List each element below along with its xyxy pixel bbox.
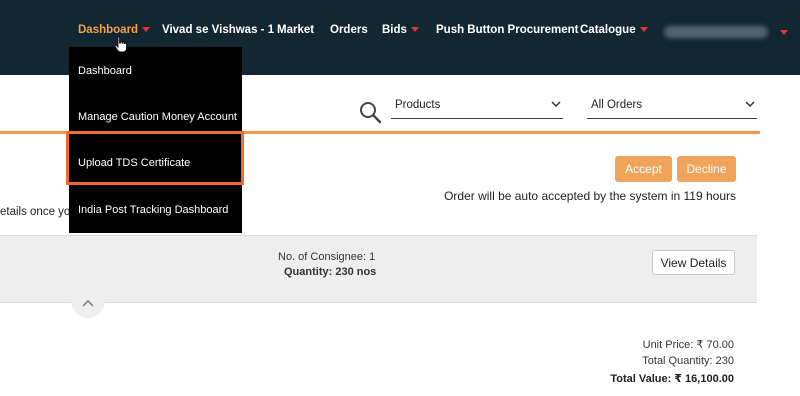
chevron-down-icon[interactable] — [780, 30, 788, 35]
page: Dashboard Vivad se Vishwas - 1 Market Or… — [0, 0, 800, 396]
view-details-button[interactable]: View Details — [652, 250, 735, 275]
nav-label: Dashboard — [78, 24, 139, 36]
nav-label: Catalogue — [580, 24, 636, 36]
nav-item-orders[interactable]: Orders — [330, 24, 368, 36]
consignee-band — [0, 235, 757, 303]
chevron-down-icon — [142, 27, 151, 33]
nav-label: Push Button Procurement — [436, 24, 579, 36]
auto-accept-notice: Order will be auto accepted by the syste… — [444, 189, 736, 203]
dropdown-item-dashboard[interactable]: Dashboard — [78, 65, 132, 77]
user-menu-blurred[interactable] — [664, 26, 768, 38]
order-status-select-value: All Orders — [591, 99, 643, 111]
nav-label: Bids — [382, 24, 407, 36]
chevron-down-icon — [551, 101, 561, 108]
nav-item-dashboard[interactable]: Dashboard — [78, 24, 151, 36]
order-details-text: etails once you — [0, 206, 77, 218]
collapse-toggle[interactable] — [71, 292, 105, 318]
accept-button[interactable]: Accept — [615, 156, 672, 182]
nav-label: Vivad se Vishwas - 1 — [162, 24, 275, 36]
search-icon[interactable] — [358, 100, 382, 124]
unit-price: Unit Price: ₹ 70.00 — [642, 339, 734, 351]
product-select[interactable]: Products — [391, 94, 563, 119]
hand-cursor-icon — [114, 36, 128, 53]
chevron-up-icon — [82, 299, 94, 307]
total-quantity: Total Quantity: 230 — [642, 355, 734, 367]
product-select-value: Products — [395, 99, 441, 111]
nav-label: Orders — [330, 24, 368, 36]
dropdown-item-manage-caution-money[interactable]: Manage Caution Money Account — [78, 111, 237, 123]
order-status-select[interactable]: All Orders — [587, 94, 757, 119]
decline-button[interactable]: Decline — [677, 156, 736, 182]
consignee-count: No. of Consignee: 1 — [278, 251, 376, 263]
chevron-down-icon — [639, 27, 648, 33]
nav-item-push-button-procurement[interactable]: Push Button Procurement — [436, 24, 578, 36]
nav-label: Market — [277, 24, 315, 36]
nav-item-catalogue[interactable]: Catalogue — [580, 24, 648, 36]
highlight-box — [66, 131, 244, 185]
nav-item-vivad-se-vishwas[interactable]: Vivad se Vishwas - 1 — [162, 24, 274, 36]
total-value: Total Value: ₹ 16,100.00 — [610, 373, 734, 385]
nav-item-bids[interactable]: Bids — [382, 24, 419, 36]
nav-item-market[interactable]: Market — [277, 24, 314, 36]
chevron-down-icon — [410, 27, 419, 33]
dropdown-item-india-post-tracking[interactable]: India Post Tracking Dashboard — [78, 204, 228, 216]
quantity-text: Quantity: 230 nos — [284, 266, 377, 278]
chevron-down-icon — [745, 101, 755, 108]
